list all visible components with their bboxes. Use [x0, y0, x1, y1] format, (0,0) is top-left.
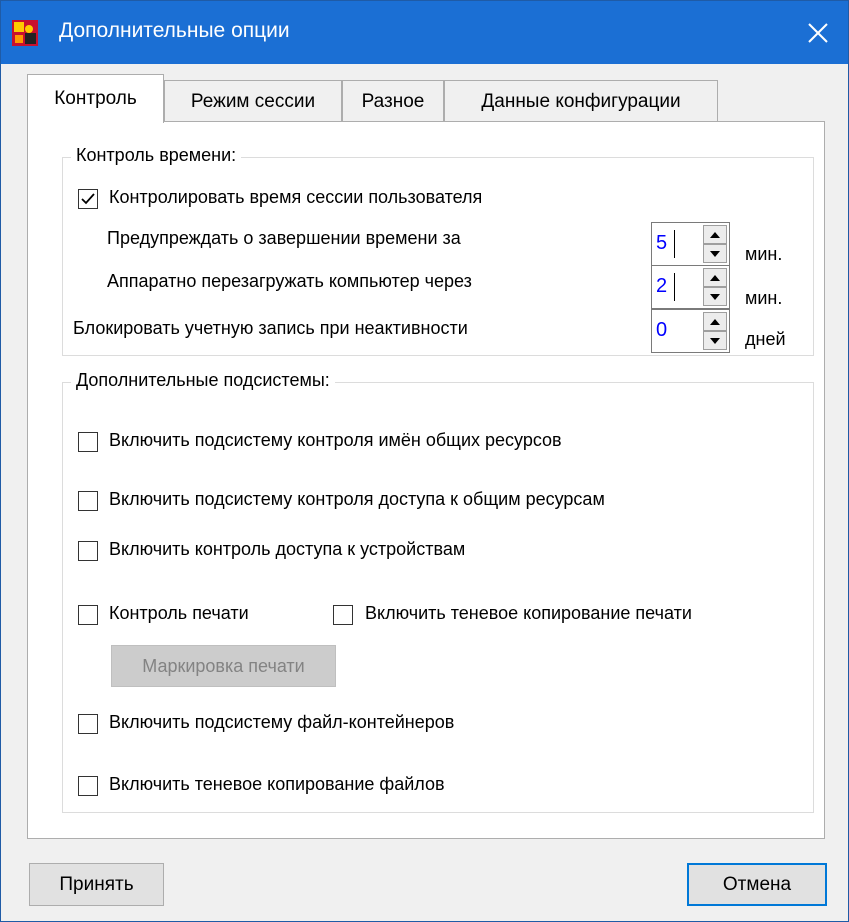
file-shadow-checkbox[interactable]: [78, 776, 98, 796]
spin-up-button[interactable]: [703, 312, 727, 331]
spin-up-button[interactable]: [703, 225, 727, 244]
file-containers-checkbox[interactable]: [78, 714, 98, 734]
share-names-label: Включить подсистему контроля имён общих …: [109, 430, 562, 450]
spinner-buttons: [703, 268, 727, 306]
print-marking-button[interactable]: Маркировка печати: [111, 645, 336, 687]
lock-account-spinner[interactable]: 0: [651, 309, 730, 353]
tab-session-mode[interactable]: Режим сессии: [164, 80, 342, 122]
time-control-legend: Контроль времени:: [71, 145, 242, 166]
device-access-label: Включить контроль доступа к устройствам: [109, 539, 466, 559]
close-button[interactable]: [788, 1, 848, 64]
lock-account-label: Блокировать учетную запись при неактивно…: [73, 318, 468, 338]
print-shadow-checkbox[interactable]: [333, 605, 353, 625]
cancel-button[interactable]: Отмена: [687, 863, 827, 906]
arrow-up-icon: [710, 274, 720, 281]
subsystems-legend: Дополнительные подсистемы:: [71, 370, 335, 391]
time-control-group: Контроль времени: Контролировать время с…: [62, 145, 814, 356]
arrow-down-icon: [710, 337, 720, 344]
tab-panel-control: Контроль времени: Контролировать время с…: [27, 121, 825, 839]
device-access-checkbox[interactable]: [78, 541, 98, 561]
spin-down-button[interactable]: [703, 287, 727, 306]
arrow-down-icon: [710, 250, 720, 257]
spin-up-button[interactable]: [703, 268, 727, 287]
app-icon: [12, 20, 38, 46]
tab-misc[interactable]: Разное: [342, 80, 444, 122]
print-control-label: Контроль печати: [109, 603, 249, 623]
arrow-up-icon: [710, 318, 720, 325]
warn-time-label: Предупреждать о завершении времени за: [107, 228, 461, 248]
warn-time-value[interactable]: 5: [656, 231, 667, 255]
accept-button[interactable]: Принять: [29, 863, 164, 906]
spin-down-button[interactable]: [703, 244, 727, 263]
session-time-label: Контролировать время сессии пользователя: [109, 187, 483, 207]
arrow-down-icon: [710, 293, 720, 300]
dialog-window: Дополнительные опции Контроль Режим сесс…: [0, 0, 849, 922]
share-names-checkbox[interactable]: [78, 432, 98, 452]
reboot-label: Аппаратно перезагружать компьютер через: [107, 271, 472, 291]
title-bar[interactable]: Дополнительные опции: [1, 1, 848, 64]
lock-account-value[interactable]: 0: [656, 318, 667, 342]
session-time-checkbox[interactable]: [78, 189, 98, 209]
reboot-value[interactable]: 2: [656, 274, 667, 298]
checkmark-icon: [81, 193, 95, 205]
warn-time-spinner[interactable]: 5: [651, 222, 730, 266]
text-cursor: [674, 273, 675, 301]
share-access-label: Включить подсистему контроля доступа к о…: [109, 489, 605, 509]
share-access-checkbox[interactable]: [78, 491, 98, 511]
reboot-unit: мин.: [745, 288, 783, 308]
print-control-checkbox[interactable]: [78, 605, 98, 625]
reboot-spinner[interactable]: 2: [651, 265, 730, 309]
close-icon: [808, 22, 828, 43]
warn-time-unit: мин.: [745, 244, 783, 264]
spinner-buttons: [703, 225, 727, 263]
window-title: Дополнительные опции: [59, 19, 290, 42]
print-shadow-label: Включить теневое копирование печати: [365, 603, 692, 623]
file-shadow-label: Включить теневое копирование файлов: [109, 774, 445, 794]
spin-down-button[interactable]: [703, 331, 727, 350]
arrow-up-icon: [710, 231, 720, 238]
text-cursor: [674, 230, 675, 258]
lock-account-unit: дней: [745, 329, 786, 349]
file-containers-label: Включить подсистему файл-контейнеров: [109, 712, 455, 732]
subsystems-group: Дополнительные подсистемы: Включить подс…: [62, 370, 814, 813]
spinner-buttons: [703, 312, 727, 350]
tab-control[interactable]: Контроль: [27, 74, 164, 123]
tab-config-data[interactable]: Данные конфигурации: [444, 80, 718, 122]
